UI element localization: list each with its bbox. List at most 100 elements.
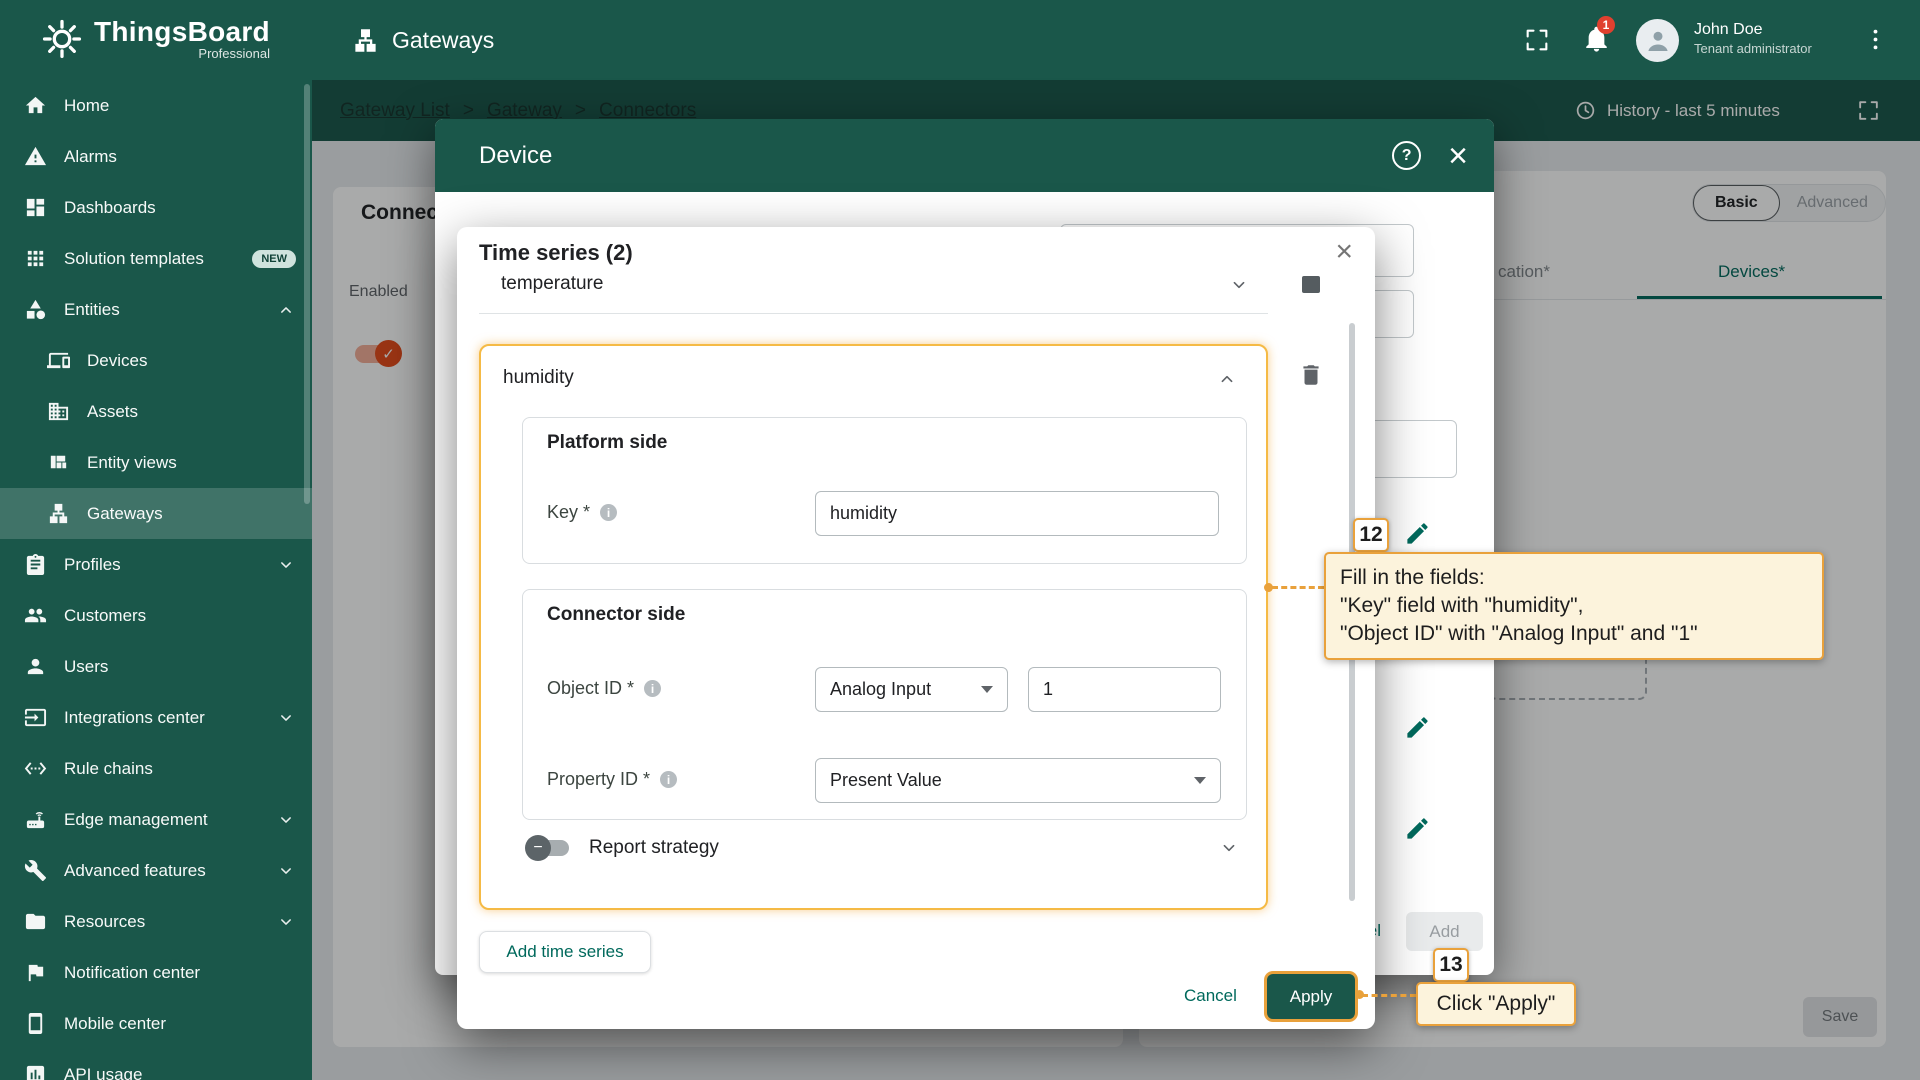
avatar[interactable] — [1636, 19, 1679, 62]
annotation-13-tooltip: Click "Apply" — [1416, 982, 1576, 1026]
chevron-up-icon[interactable] — [1216, 368, 1238, 390]
sidebar-item-entities[interactable]: Entities — [0, 284, 312, 335]
annotation-12-tooltip: Fill in the fields: "Key" field with "hu… — [1324, 552, 1824, 660]
key-input[interactable] — [815, 491, 1219, 536]
sidebar-item-gateways[interactable]: Gateways — [0, 488, 312, 539]
sidebar-item-notification-center[interactable]: Notification center — [0, 947, 312, 998]
info-icon — [600, 504, 617, 521]
sidebar-item-label: Customers — [64, 606, 296, 626]
notification-center-icon — [24, 961, 47, 984]
mobile-center-icon — [24, 1012, 47, 1035]
user-menu[interactable]: John Doe Tenant administrator — [1694, 19, 1812, 56]
cancel-button[interactable]: Cancel — [1184, 986, 1237, 1006]
user-name: John Doe — [1694, 19, 1812, 41]
chevron-down-icon — [276, 861, 296, 881]
object-type-select[interactable]: Analog Input — [815, 667, 1008, 712]
object-id-input[interactable] — [1028, 667, 1221, 712]
sidebar-item-rule-chains[interactable]: Rule chains — [0, 743, 312, 794]
sidebar-item-label: Assets — [87, 402, 296, 422]
chevron-up-icon — [276, 300, 296, 320]
report-strategy-toggle[interactable] — [529, 840, 569, 856]
fullscreen-icon[interactable] — [1523, 26, 1551, 54]
annotation-12-connector — [1272, 586, 1324, 589]
sidebar-item-label: Mobile center — [64, 1014, 296, 1034]
property-id-select[interactable]: Present Value — [815, 758, 1221, 803]
resources-icon — [24, 910, 47, 933]
profiles-icon — [24, 553, 47, 576]
edit-pencil-icon[interactable] — [1404, 520, 1431, 547]
annotation-12-line1: Fill in the fields: — [1340, 564, 1808, 592]
apply-button[interactable]: Apply — [1267, 974, 1355, 1019]
customers-icon — [24, 604, 47, 627]
sidebar-item-customers[interactable]: Customers — [0, 590, 312, 641]
api-usage-icon — [24, 1063, 47, 1080]
sidebar-item-edge-management[interactable]: Edge management — [0, 794, 312, 845]
thingsboard-logo[interactable]: ThingsBoard Professional — [40, 17, 270, 61]
sidebar-item-resources[interactable]: Resources — [0, 896, 312, 947]
sidebar-item-label: Dashboards — [64, 198, 296, 218]
chevron-down-icon[interactable] — [1218, 837, 1240, 859]
sidebar-item-label: Integrations center — [64, 708, 276, 728]
page-title-group: Gateways — [352, 0, 494, 80]
advanced-features-icon — [24, 859, 47, 882]
brand-subtitle: Professional — [198, 46, 270, 61]
time-series-close-icon[interactable]: × — [1335, 235, 1353, 269]
edit-pencil-icon[interactable] — [1404, 714, 1431, 741]
sidebar-item-label: API usage — [64, 1065, 296, 1080]
alarms-icon — [24, 145, 47, 168]
sidebar-item-devices[interactable]: Devices — [0, 335, 312, 386]
entity-views-icon — [47, 451, 70, 474]
device-dialog-title: Device — [479, 142, 1392, 170]
sidebar-item-mobile-center[interactable]: Mobile center — [0, 998, 312, 1049]
caret-down-icon — [1194, 777, 1206, 784]
edit-pencil-icon[interactable] — [1404, 815, 1431, 842]
add-time-series-button[interactable]: Add time series — [479, 931, 651, 973]
device-dialog-close-icon[interactable]: × — [1448, 139, 1468, 173]
delete-temperature-icon[interactable] — [1302, 276, 1320, 293]
info-icon — [660, 771, 677, 788]
annotation-12-line3: "Object ID" with "Analog Input" and "1" — [1340, 620, 1808, 648]
notification-badge: 1 — [1597, 16, 1615, 34]
screen: ThingsBoard Professional Gateways 1 John… — [0, 0, 1920, 1080]
sidebar-item-alarms[interactable]: Alarms — [0, 131, 312, 182]
object-id-label: Object ID * — [547, 678, 661, 699]
help-icon[interactable]: ? — [1392, 141, 1421, 170]
sidebar-item-solution-templates[interactable]: Solution templatesNEW — [0, 233, 312, 284]
temperature-item-label[interactable]: temperature — [501, 273, 603, 295]
sidebar-item-dashboards[interactable]: Dashboards — [0, 182, 312, 233]
sidebar-item-label: Users — [64, 657, 296, 677]
sidebar-item-advanced-features[interactable]: Advanced features — [0, 845, 312, 896]
sidebar-item-integrations-center[interactable]: Integrations center — [0, 692, 312, 743]
notifications-bell-icon[interactable]: 1 — [1582, 25, 1611, 54]
sidebar-item-label: Entity views — [87, 453, 296, 473]
sidebar-item-home[interactable]: Home — [0, 80, 312, 131]
sidebar-item-label: Rule chains — [64, 759, 296, 779]
sidebar-item-label: Devices — [87, 351, 296, 371]
sidebar-item-api-usage[interactable]: API usage — [0, 1049, 312, 1080]
info-icon — [644, 680, 661, 697]
platform-side-title: Platform side — [547, 432, 667, 454]
caret-down-icon — [981, 686, 993, 693]
device-dialog-header: Device ? × — [435, 119, 1494, 192]
sidebar-item-users[interactable]: Users — [0, 641, 312, 692]
key-label: Key * — [547, 502, 617, 523]
sidebar-item-entity-views[interactable]: Entity views — [0, 437, 312, 488]
humidity-item-label[interactable]: humidity — [503, 367, 574, 389]
sidebar-item-label: Advanced features — [64, 861, 276, 881]
annotation-13-dot — [1355, 990, 1364, 999]
annotation-12-badge: 12 — [1353, 518, 1389, 552]
sidebar-item-assets[interactable]: Assets — [0, 386, 312, 437]
delete-humidity-icon[interactable] — [1298, 362, 1324, 388]
sidebar-item-profiles[interactable]: Profiles — [0, 539, 312, 590]
top-header: ThingsBoard Professional Gateways 1 John… — [0, 0, 1920, 80]
kebab-menu-icon[interactable] — [1862, 26, 1889, 53]
device-add-button[interactable]: Add — [1406, 912, 1483, 951]
connector-side-title: Connector side — [547, 604, 685, 626]
dashboards-icon — [24, 196, 47, 219]
gateways-icon — [352, 27, 379, 54]
chevron-down-icon[interactable] — [1228, 274, 1250, 296]
humidity-item-card: humidity Platform side Key * Connector s… — [479, 344, 1268, 910]
chevron-down-icon — [276, 810, 296, 830]
time-series-title: Time series (2) — [479, 240, 633, 266]
sidebar-item-label: Notification center — [64, 963, 296, 983]
